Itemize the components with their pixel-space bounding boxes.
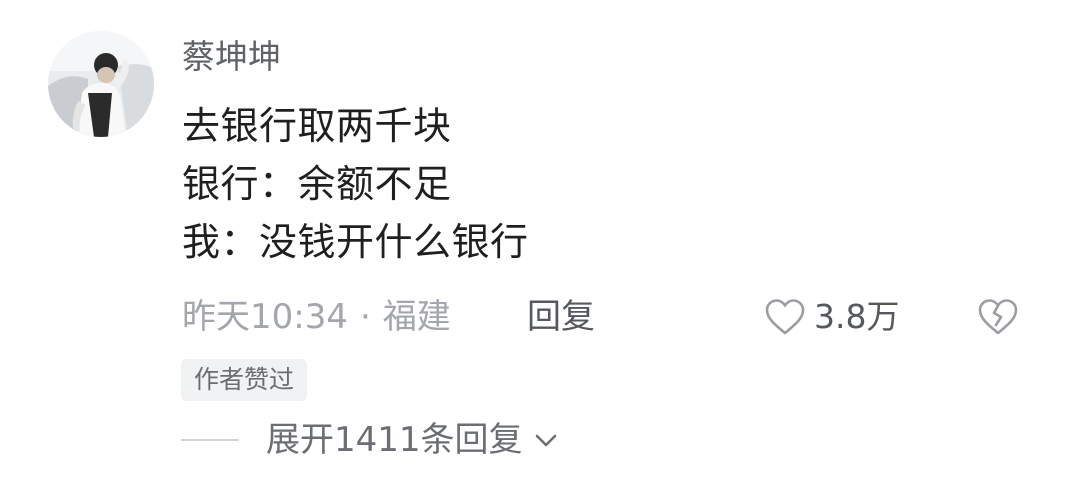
avatar[interactable] [48,31,154,137]
broken-heart-outline-icon [978,299,1018,335]
like-count: 3.8万 [814,297,900,336]
reply-button[interactable]: 回复 [527,292,595,342]
comment-body: 去银行取两千块 银行：余额不足 我：没钱开什么银行 [182,97,1042,271]
comment-line: 银行：余额不足 [182,162,452,206]
expand-replies-label: 展开1411条回复 [266,420,523,460]
comment-location: 福建 [382,297,451,337]
heart-outline-icon [765,299,805,335]
dislike-button[interactable] [977,297,1019,337]
author-liked-badge: 作者赞过 [181,359,308,401]
username[interactable]: 蔡坤坤 [182,34,281,80]
divider-line [181,439,239,441]
comment-line: 我：没钱开什么银行 [182,220,529,264]
comment-line: 去银行取两千块 [182,104,452,148]
expand-replies-button[interactable]: 展开1411条回复 [181,414,561,466]
avatar-photo [48,31,154,137]
comment-item: 蔡坤坤 去银行取两千块 银行：余额不足 我：没钱开什么银行 昨天10:34 · 福建… [0,0,1080,497]
like-button[interactable]: 3.8万 [764,292,899,342]
meta-separator: · [359,297,371,337]
comment-time: 昨天10:34 [182,297,348,337]
comment-meta: 昨天10:34 · 福建 回复 3.8万 [182,292,1042,342]
chevron-down-icon [535,434,556,447]
